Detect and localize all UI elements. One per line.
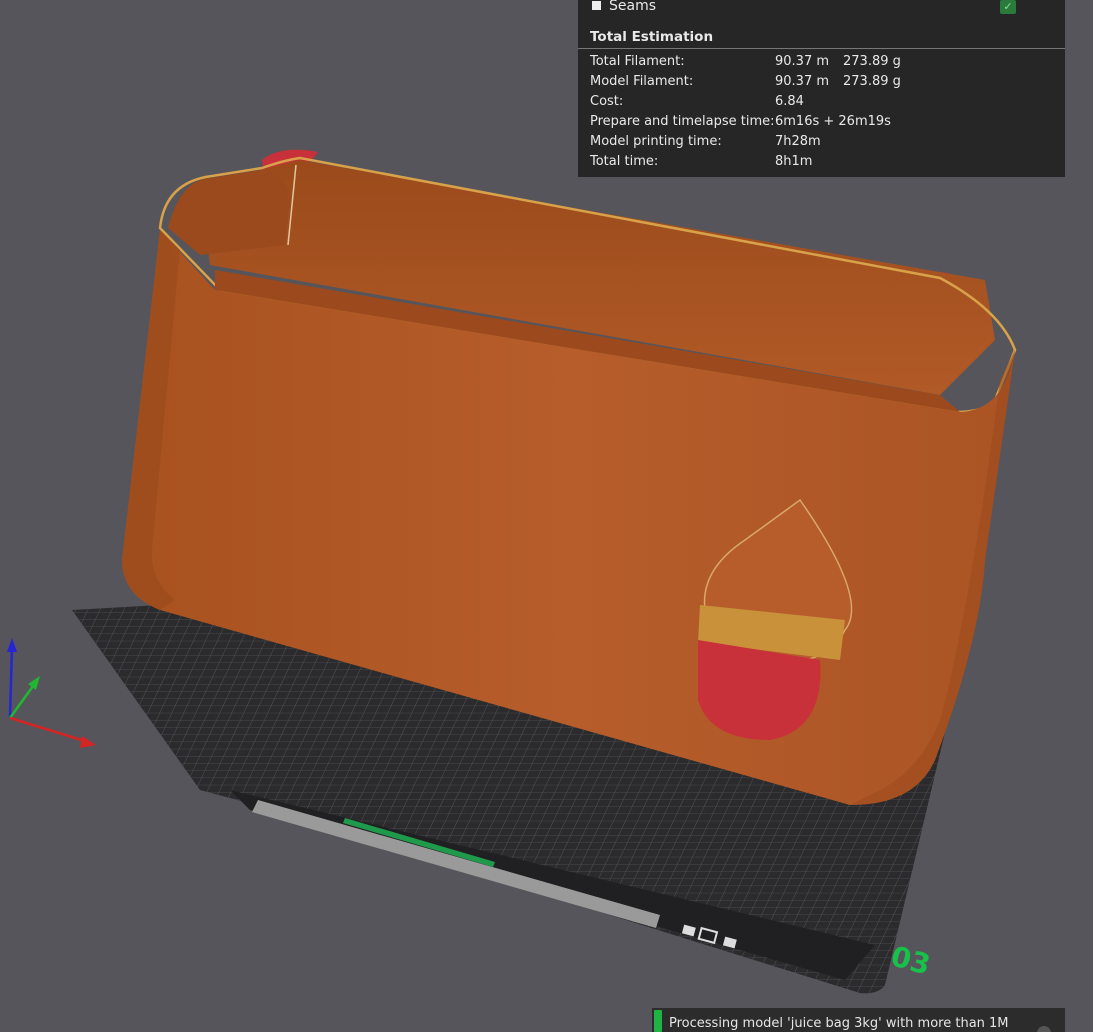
estimation-row: Cost: 6.84 bbox=[590, 94, 804, 109]
axes-gizmo bbox=[7, 638, 96, 748]
seams-color-swatch bbox=[592, 1, 601, 10]
legend-item-seams[interactable]: Seams ✓ bbox=[590, 0, 1050, 16]
estimation-row: Prepare and timelapse time: 6m16s + 26m1… bbox=[590, 114, 891, 129]
notification-message: Processing model 'juice bag 3kg' with mo… bbox=[669, 1016, 1009, 1031]
estimation-row: Model printing time: 7h28m bbox=[590, 134, 821, 149]
notification-status-bar bbox=[654, 1010, 662, 1032]
seams-checkbox[interactable]: ✓ bbox=[1000, 0, 1016, 14]
total-estimation-title: Total Estimation bbox=[590, 29, 714, 45]
seams-label: Seams bbox=[609, 0, 657, 14]
estimation-row: Total Filament: 90.37 m 273.89 g bbox=[590, 54, 901, 69]
statistics-panel: Seams ✓ Total Estimation Total Filament:… bbox=[578, 0, 1065, 177]
estimation-row: Model Filament: 90.37 m 273.89 g bbox=[590, 74, 901, 89]
plate-number: 03 bbox=[888, 940, 934, 982]
notification-toast: Processing model 'juice bag 3kg' with mo… bbox=[652, 1008, 1065, 1032]
close-icon[interactable] bbox=[1037, 1026, 1051, 1032]
separator bbox=[578, 48, 1065, 49]
estimation-row: Total time: 8h1m bbox=[590, 154, 813, 169]
